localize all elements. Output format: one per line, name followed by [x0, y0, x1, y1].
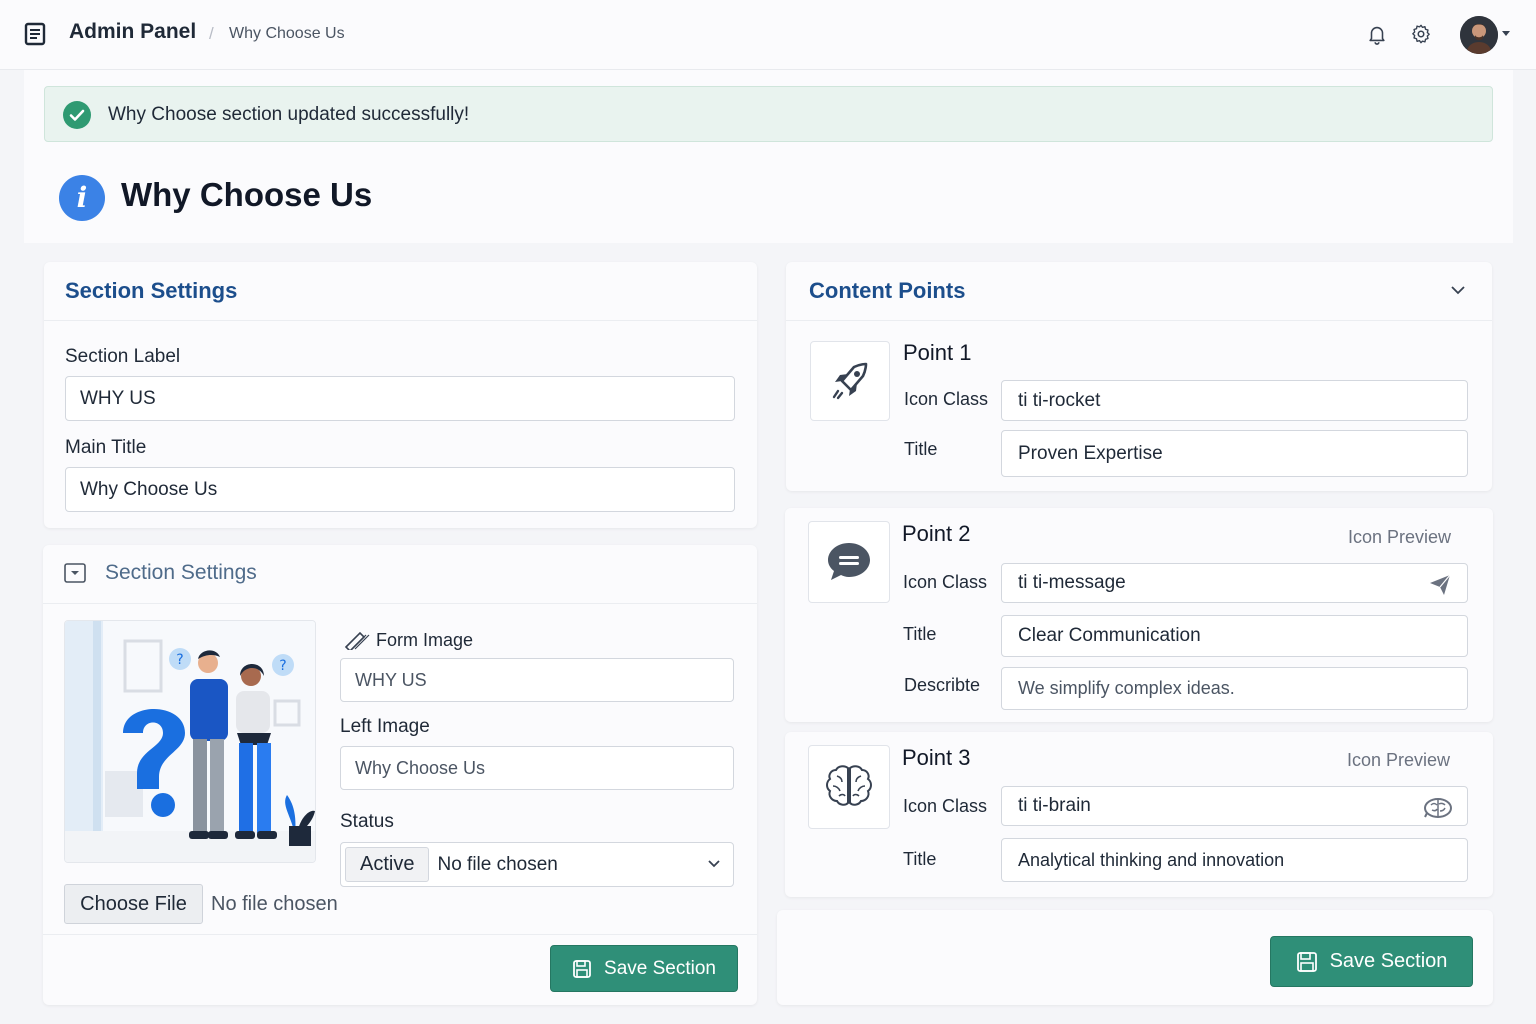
chevron-down-icon	[708, 860, 720, 868]
left-image-label: Left Image	[340, 716, 430, 737]
point-1-title-label: Title	[904, 439, 938, 459]
panel-header: Section Settings	[44, 262, 757, 321]
main-title-label: Main Title	[65, 437, 147, 458]
top-navbar: Admin Panel / Why Choose Us	[0, 0, 1536, 70]
form-image-input[interactable]: WHY US	[340, 658, 734, 702]
panel-footer-divider	[43, 934, 757, 935]
content-points-panel: Content Points Point 1 Icon Class ti ti-…	[786, 262, 1492, 491]
point-2-describe-input[interactable]: We simplify complex ideas.	[1001, 667, 1468, 710]
chevron-down-icon[interactable]	[1502, 31, 1510, 36]
point-3-icon-class-input[interactable]: ti ti-brain	[1001, 786, 1468, 826]
save-section-label: Save Section	[604, 957, 716, 979]
choose-file-button[interactable]: Choose File	[64, 884, 203, 924]
point-2-icon-class-input[interactable]: ti ti-message	[1001, 563, 1468, 603]
alert-message: Why Choose section updated successfully!	[108, 104, 470, 125]
left-image-input[interactable]: Why Choose Us	[340, 746, 734, 790]
main-title-input[interactable]: Why Choose Us	[65, 467, 735, 512]
point-2-preview-label: Icon Preview	[1348, 527, 1452, 547]
form-image-preview: ? ?	[64, 620, 316, 863]
user-photo-icon	[1460, 16, 1498, 54]
point-2-title-label: Title	[903, 624, 937, 644]
point-3-title-input[interactable]: Analytical thinking and innovation	[1001, 838, 1468, 882]
panel-title: Content Points	[809, 278, 966, 303]
point-3-icon-class-value: ti ti-brain	[1018, 795, 1091, 816]
point-2-title: Point 2	[902, 521, 971, 546]
check-circle-icon	[63, 101, 91, 129]
content-points-footer: Save Section	[777, 910, 1493, 1005]
brain-icon	[826, 765, 872, 806]
avatar[interactable]	[1460, 16, 1498, 54]
page-title: Why Choose Us	[121, 176, 373, 213]
section-settings-panel: Section Settings Section Label WHY US Ma…	[44, 262, 757, 528]
panel-title: Section Settings	[65, 278, 238, 303]
chevron-down-icon[interactable]	[1450, 284, 1466, 296]
info-icon: i	[59, 175, 105, 221]
breadcrumb-current: Why Choose Us	[229, 25, 345, 42]
point-1-icon-box	[810, 341, 890, 421]
save-section-button[interactable]: Save Section	[550, 945, 738, 992]
svg-text:?: ?	[279, 658, 286, 674]
panel-title: Section Settings	[105, 561, 257, 584]
section-label-label: Section Label	[65, 346, 181, 367]
status-label: Status	[340, 811, 394, 832]
point-2-icon-class-value: ti ti-message	[1018, 572, 1126, 593]
save-icon	[1296, 951, 1317, 972]
point-2-describe-label: Describte	[904, 675, 981, 695]
point-2-icon-class-label: Icon Class	[903, 572, 988, 592]
status-file-text: No file chosen	[437, 853, 558, 875]
point-1-icon-class-label: Icon Class	[904, 389, 989, 409]
section-label-input[interactable]: WHY US	[65, 376, 735, 421]
brain-icon	[1424, 798, 1452, 818]
rocket-icon	[832, 362, 868, 400]
point-3-icon-box	[808, 745, 890, 829]
point-2-icon-box	[808, 521, 890, 603]
breadcrumb-separator: /	[209, 24, 214, 43]
point-3-title-label: Title	[903, 849, 937, 869]
point-2-card: Point 2 Icon Preview Icon Class ti ti-me…	[785, 508, 1493, 722]
section-settings-image-panel: Section Settings ? ? Form Image WHY US L…	[43, 545, 757, 1005]
form-image-label: Form Image	[376, 630, 474, 650]
brand-title[interactable]: Admin Panel	[69, 20, 196, 44]
no-file-text: No file chosen	[211, 893, 338, 915]
point-3-icon-class-label: Icon Class	[903, 796, 988, 816]
document-icon	[24, 22, 46, 46]
pen-icon	[344, 631, 370, 650]
status-selected-value: Active	[345, 847, 430, 882]
point-1-title-input[interactable]: Proven Expertise	[1001, 430, 1468, 477]
point-3-preview-label: Icon Preview	[1347, 750, 1451, 770]
svg-text:?: ?	[176, 652, 183, 668]
status-select[interactable]: Active No file chosen	[340, 842, 734, 887]
bell-icon[interactable]	[1366, 23, 1388, 45]
send-icon	[1430, 574, 1451, 595]
point-1-icon-class-input[interactable]: ti ti-rocket	[1001, 380, 1468, 421]
success-alert: Why Choose section updated successfully!	[44, 86, 1493, 142]
point-1-title: Point 1	[903, 340, 972, 365]
save-icon	[573, 959, 591, 978]
point-2-title-input[interactable]: Clear Communication	[1001, 615, 1468, 657]
people-question-illustration: ? ?	[65, 621, 315, 862]
save-section-button[interactable]: Save Section	[1270, 936, 1473, 987]
point-3-title: Point 3	[902, 745, 971, 770]
save-section-label: Save Section	[1329, 950, 1448, 972]
gear-icon[interactable]	[1410, 23, 1432, 45]
collapse-box-icon[interactable]	[64, 563, 86, 583]
panel-header: Section Settings	[43, 545, 757, 604]
point-3-card: Point 3 Icon Preview Icon Class ti ti-br…	[785, 732, 1493, 897]
panel-header: Content Points	[786, 262, 1492, 321]
message-icon	[828, 543, 870, 580]
